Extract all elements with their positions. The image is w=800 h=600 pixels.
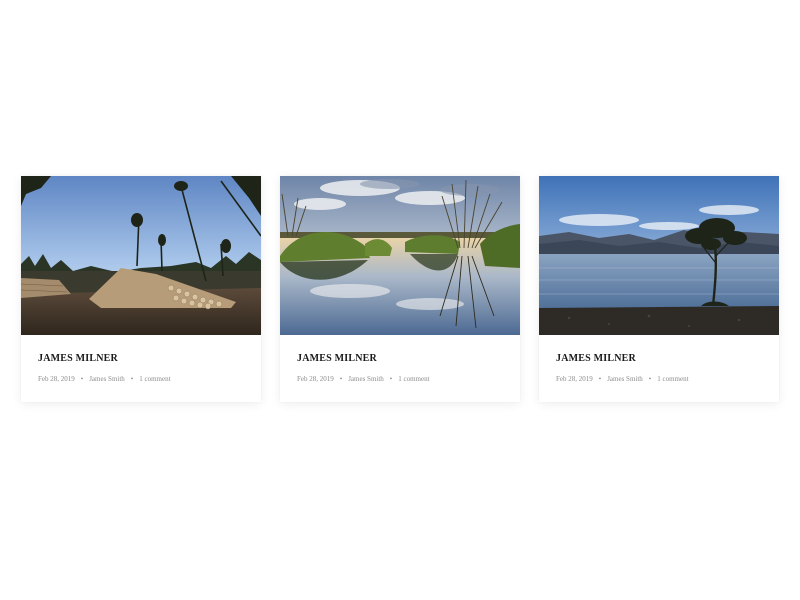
meta-separator: •	[130, 375, 134, 383]
post-author-link[interactable]: James Smith	[607, 374, 643, 384]
post-comments-link[interactable]: 1 comment	[398, 374, 429, 384]
page: JAMES MILNER Feb 28, 2019 • James Smith …	[0, 0, 800, 600]
post-author-link[interactable]: James Smith	[89, 374, 125, 384]
card-grid: JAMES MILNER Feb 28, 2019 • James Smith …	[21, 176, 779, 402]
meta-separator: •	[80, 375, 84, 383]
meta-separator: •	[339, 375, 343, 383]
meta-separator: •	[389, 375, 393, 383]
post-comments-link[interactable]: 1 comment	[657, 374, 688, 384]
post-meta: Feb 28, 2019 • James Smith • 1 comment	[38, 374, 244, 384]
post-date: Feb 28, 2019	[38, 375, 75, 383]
post-title[interactable]: JAMES MILNER	[38, 353, 244, 365]
meta-separator: •	[648, 375, 652, 383]
post-title[interactable]: JAMES MILNER	[556, 353, 762, 365]
post-card[interactable]: JAMES MILNER Feb 28, 2019 • James Smith …	[539, 176, 779, 402]
post-date: Feb 28, 2019	[556, 375, 593, 383]
post-thumbnail[interactable]	[280, 176, 520, 335]
post-card[interactable]: JAMES MILNER Feb 28, 2019 • James Smith …	[21, 176, 261, 402]
post-meta: Feb 28, 2019 • James Smith • 1 comment	[297, 374, 503, 384]
post-thumbnail[interactable]	[539, 176, 779, 335]
post-thumbnail[interactable]	[21, 176, 261, 335]
meta-separator: •	[598, 375, 602, 383]
post-comments-link[interactable]: 1 comment	[139, 374, 170, 384]
post-author-link[interactable]: James Smith	[348, 374, 384, 384]
post-date: Feb 28, 2019	[297, 375, 334, 383]
post-card[interactable]: JAMES MILNER Feb 28, 2019 • James Smith …	[280, 176, 520, 402]
post-meta: Feb 28, 2019 • James Smith • 1 comment	[556, 374, 762, 384]
post-title[interactable]: JAMES MILNER	[297, 353, 503, 365]
